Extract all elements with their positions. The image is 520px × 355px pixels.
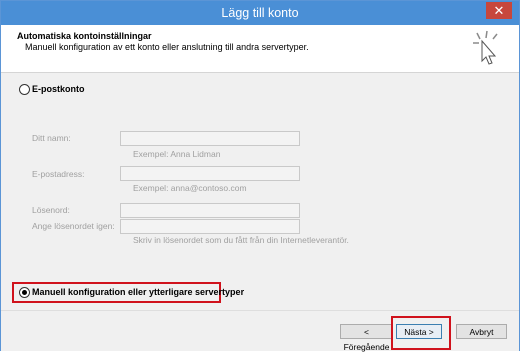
- email-hint: Exempel: anna@contoso.com: [133, 183, 247, 193]
- password-confirm-label: Ange lösenordet igen:: [32, 221, 115, 231]
- email-account-radio[interactable]: [19, 84, 30, 95]
- close-button[interactable]: ✕: [486, 2, 512, 19]
- cancel-button[interactable]: Avbryt: [456, 324, 507, 339]
- window-title: Lägg till konto: [221, 6, 299, 20]
- manual-config-label[interactable]: Manuell konfiguration eller ytterligare …: [32, 287, 244, 297]
- close-icon: ✕: [493, 3, 505, 18]
- manual-config-radio[interactable]: [19, 287, 30, 298]
- wizard-sparkle-icon: [473, 30, 498, 65]
- header-subtitle: Manuell konfiguration av ett konto eller…: [25, 42, 309, 52]
- name-hint: Exempel: Anna Lidman: [133, 149, 221, 159]
- add-account-dialog: Lägg till konto ✕ Automatiska kontoinstä…: [0, 0, 520, 352]
- dialog-footer: < Föregående Nästa > Avbryt: [1, 310, 519, 352]
- password-field[interactable]: [120, 203, 300, 218]
- email-account-label[interactable]: E-postkonto: [32, 84, 85, 94]
- email-label: E-postadress:: [32, 169, 85, 179]
- name-field[interactable]: [120, 131, 300, 146]
- title-bar: Lägg till konto ✕: [1, 1, 519, 25]
- dialog-content: E-postkonto Ditt namn: Exempel: Anna Lid…: [1, 73, 519, 310]
- next-button[interactable]: Nästa >: [396, 324, 442, 339]
- name-label: Ditt namn:: [32, 133, 71, 143]
- header-title: Automatiska kontoinställningar: [17, 31, 152, 41]
- back-button[interactable]: < Föregående: [340, 324, 393, 352]
- password-label: Lösenord:: [32, 205, 70, 215]
- email-field[interactable]: [120, 166, 300, 181]
- password-confirm-field[interactable]: [120, 219, 300, 234]
- password-hint: Skriv in lösenordet som du fått från din…: [133, 235, 349, 245]
- dialog-header: Automatiska kontoinställningar Manuell k…: [1, 25, 519, 73]
